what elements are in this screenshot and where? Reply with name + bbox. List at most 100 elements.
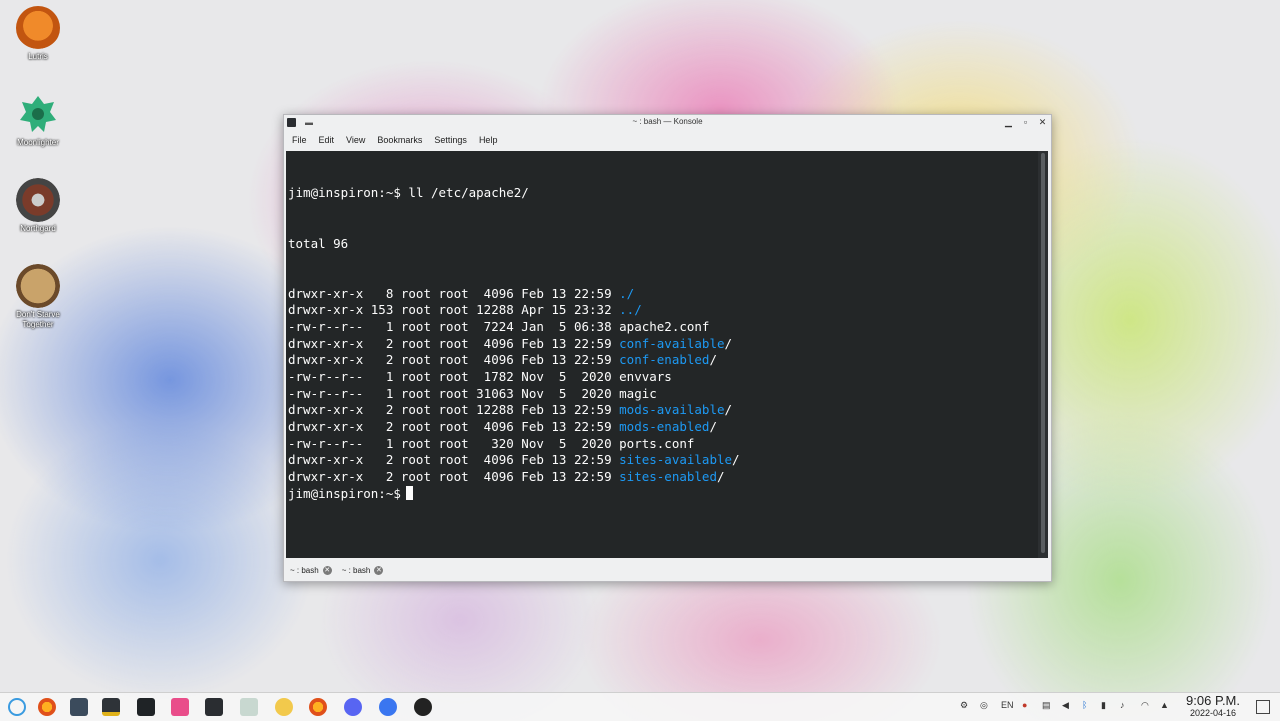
desktop-icon-dont-starve-together[interactable]: Don't Starve Together <box>6 264 70 330</box>
konsole-window: ▬ ~ : bash — Konsole ▁ ▫ ✕ File Edit Vie… <box>283 114 1052 582</box>
file-meta: drwxr-xr-x 2 root root 4096 Feb 13 22:59 <box>288 452 620 468</box>
shell-prompt: jim@inspiron:~$ <box>288 185 401 201</box>
desktop-icon-label: Northgard <box>20 224 56 233</box>
file-name: conf-available <box>619 335 725 351</box>
network-tool-icon[interactable] <box>240 698 258 716</box>
file-meta: drwxr-xr-x 2 root root 4096 Feb 13 22:59 <box>288 335 620 351</box>
keyboard-layout[interactable]: EN <box>1001 700 1014 710</box>
tab-label: ~ : bash <box>290 565 319 575</box>
firefox-task-icon[interactable] <box>309 698 327 716</box>
file-meta: drwxr-xr-x 2 root root 4096 Feb 13 22:59 <box>288 469 620 485</box>
show-desktop-button[interactable] <box>1256 700 1270 714</box>
desktop-icon-label: Moonlighter <box>17 138 59 147</box>
listing-row: -rw-r--r-- 1 root root 31063 Nov 5 2020 … <box>288 386 740 403</box>
show-hidden-icons-chevron-icon[interactable]: ▲ <box>1160 700 1169 710</box>
game-icon[interactable] <box>275 698 293 716</box>
file-name: mods-enabled <box>619 419 710 435</box>
file-meta: drwxr-xr-x 2 root root 4096 Feb 13 22:59 <box>288 419 620 435</box>
title-bar[interactable]: ▬ ~ : bash — Konsole ▁ ▫ ✕ <box>284 115 1051 131</box>
microphone-icon[interactable]: ♪ <box>1120 700 1125 710</box>
close-tab-icon[interactable]: ✕ <box>374 565 384 575</box>
desktop-icon-label: Lutris <box>28 52 48 61</box>
obs-icon[interactable] <box>414 698 432 716</box>
file-name: ports.conf <box>619 435 695 451</box>
bluetooth-icon[interactable]: ᛒ <box>1082 700 1087 710</box>
file-manager-icon[interactable] <box>171 698 189 716</box>
steam-tray-icon[interactable]: ⚙ <box>960 700 968 711</box>
maximize-button[interactable]: ▫ <box>1020 117 1031 128</box>
file-meta: drwxr-xr-x 2 root root 4096 Feb 13 22:59 <box>288 352 620 368</box>
file-meta: drwxr-xr-x 153 root root 12288 Apr 15 23… <box>288 302 620 318</box>
active-prompt-line: jim@inspiron:~$ <box>288 485 740 503</box>
menu-file[interactable]: File <box>288 135 315 145</box>
wifi-icon[interactable]: ◠ <box>1141 700 1149 711</box>
listing-row: drwxr-xr-x 2 root root 4096 Feb 13 22:59… <box>288 419 740 436</box>
file-name: ./ <box>619 285 635 301</box>
file-meta: drwxr-xr-x 2 root root 12288 Feb 13 22:5… <box>288 402 620 418</box>
file-name: conf-enabled <box>619 352 710 368</box>
file-meta: -rw-r--r-- 1 root root 1782 Nov 5 2020 <box>288 369 620 385</box>
scrollbar-thumb[interactable] <box>1041 153 1045 553</box>
listing-row: drwxr-xr-x 2 root root 4096 Feb 13 22:59… <box>288 336 740 353</box>
listing-row: -rw-r--r-- 1 root root 320 Nov 5 2020 po… <box>288 436 740 453</box>
gamepad-tray-icon[interactable]: ◎ <box>980 700 988 711</box>
volume-icon[interactable]: ◀ <box>1062 700 1069 711</box>
tab-bash-1[interactable]: ~ : bash ✕ <box>290 565 332 575</box>
battery-icon[interactable]: ▮ <box>1101 700 1106 711</box>
command-line: jim@inspiron:~$ ll /etc/apache2/ <box>288 185 740 202</box>
terminal-launcher-icon[interactable] <box>102 698 120 716</box>
lutris-icon <box>16 6 60 50</box>
listing-row: -rw-r--r-- 1 root root 1782 Nov 5 2020 e… <box>288 369 740 386</box>
shell-prompt: jim@inspiron:~$ <box>288 485 401 501</box>
file-name: sites-enabled <box>619 469 717 485</box>
listing-row: drwxr-xr-x 8 root root 4096 Feb 13 22:59… <box>288 286 740 303</box>
record-tray-icon[interactable]: ● <box>1022 700 1027 710</box>
dir-suffix: / <box>724 335 733 351</box>
dir-suffix: / <box>709 419 717 435</box>
application-launcher-icon[interactable] <box>8 698 26 716</box>
file-meta: -rw-r--r-- 1 root root 7224 Jan 5 06:38 <box>288 318 620 334</box>
firefox-icon[interactable] <box>38 698 56 716</box>
clock[interactable]: 9:06 P.M. 2022-04-16 <box>1186 694 1240 719</box>
window-title: ~ : bash — Konsole <box>632 117 703 126</box>
minimize-button[interactable]: ▁ <box>1003 117 1014 128</box>
file-name: apache2.conf <box>619 318 710 334</box>
file-name: mods-available <box>619 402 725 418</box>
desktop-icon-moonlighter[interactable]: Moonlighter <box>6 92 70 148</box>
desktop-icon-northgard[interactable]: Northgard <box>6 178 70 234</box>
dir-suffix: / <box>709 352 717 368</box>
terminal-view[interactable]: jim@inspiron:~$ ll /etc/apache2/ total 9… <box>286 151 1038 558</box>
menu-edit[interactable]: Edit <box>315 135 343 145</box>
listing-row: drwxr-xr-x 2 root root 4096 Feb 13 22:59… <box>288 352 740 369</box>
menu-help[interactable]: Help <box>475 135 506 145</box>
dir-suffix: / <box>724 402 733 418</box>
clipboard-tray-icon[interactable]: ▤ <box>1042 700 1051 711</box>
konsole-task-icon[interactable] <box>205 698 223 716</box>
file-meta: -rw-r--r-- 1 root root 31063 Nov 5 2020 <box>288 385 620 401</box>
konsole-icon[interactable] <box>137 698 155 716</box>
system-monitor-icon[interactable] <box>70 698 88 716</box>
file-meta: drwxr-xr-x 8 root root 4096 Feb 13 22:59 <box>288 285 620 301</box>
terminal-scrollbar[interactable] <box>1038 151 1048 558</box>
file-name: magic <box>619 385 657 401</box>
menu-bar: File Edit View Bookmarks Settings Help <box>284 131 1051 149</box>
close-tab-icon[interactable]: ✕ <box>322 565 332 575</box>
menu-view[interactable]: View <box>342 135 373 145</box>
dir-suffix: / <box>716 469 725 485</box>
command-text: ll /etc/apache2/ <box>400 185 529 201</box>
tab-bash-2[interactable]: ~ : bash ✕ <box>342 565 384 575</box>
menu-settings[interactable]: Settings <box>430 135 475 145</box>
listing-row: -rw-r--r-- 1 root root 7224 Jan 5 06:38 … <box>288 319 740 336</box>
file-name: ../ <box>619 302 642 318</box>
file-name: envvars <box>619 369 672 385</box>
desktop-icon-lutris[interactable]: Lutris <box>6 6 70 62</box>
moonlighter-icon <box>16 92 60 136</box>
tab-bar: ~ : bash ✕ ~ : bash ✕ <box>284 560 1051 580</box>
signal-icon[interactable] <box>379 698 397 716</box>
desktop-icon-label: Don't Starve Together <box>16 310 60 329</box>
close-button[interactable]: ✕ <box>1037 117 1048 128</box>
file-meta: -rw-r--r-- 1 root root 320 Nov 5 2020 <box>288 435 620 451</box>
discord-icon[interactable] <box>344 698 362 716</box>
total-line: total 96 <box>288 235 349 251</box>
menu-bookmarks[interactable]: Bookmarks <box>373 135 430 145</box>
